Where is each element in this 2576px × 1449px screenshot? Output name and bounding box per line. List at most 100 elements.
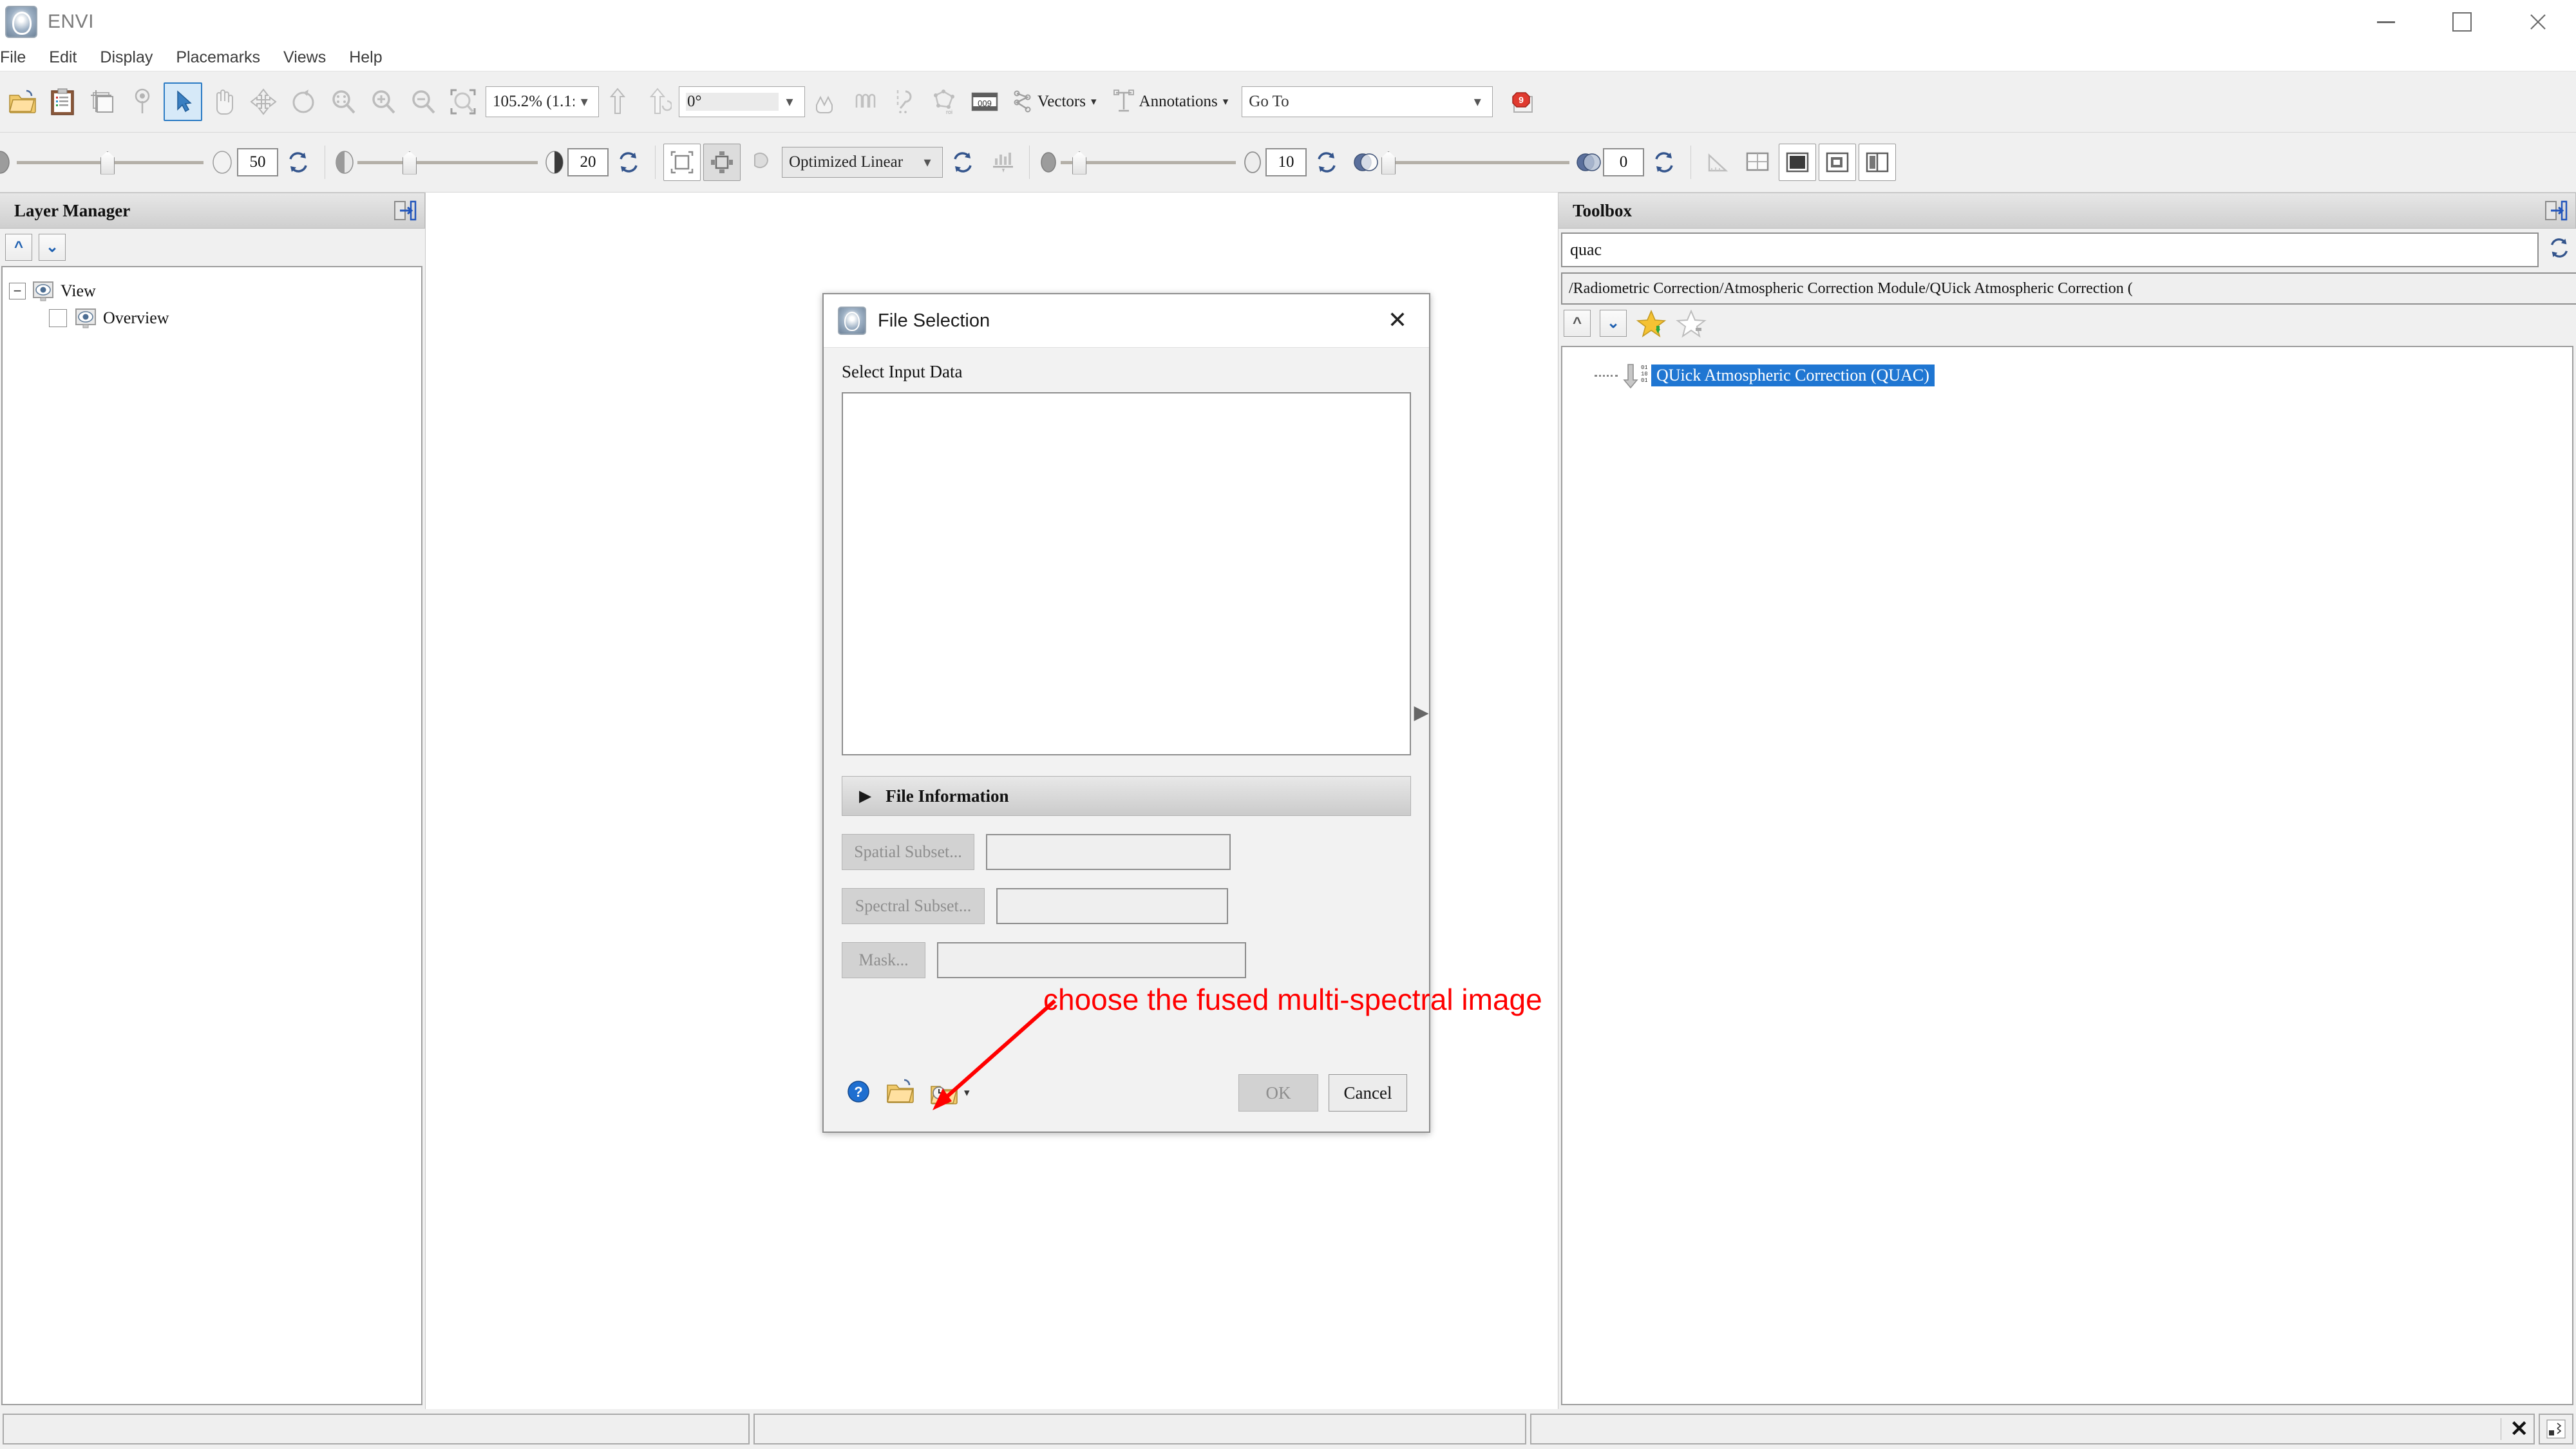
fly-tool-button[interactable] [245,83,282,120]
file-information-accordion[interactable]: ▶ File Information [842,776,1411,816]
menu-edit[interactable]: Edit [37,44,88,71]
mask-field[interactable] [937,942,1246,978]
contrast-slider-thumb[interactable] [402,151,417,175]
input-file-listbox[interactable] [842,392,1411,755]
zoom-out-button[interactable] [404,83,442,120]
error-status-button[interactable]: 9 [1503,83,1540,120]
layer-tree-node-view[interactable]: − View [3,278,421,305]
layer-tree[interactable]: − View Overview [1,266,422,1405]
toolbox-refresh-button[interactable] [2548,236,2571,263]
mask-button[interactable]: Mask... [842,942,925,978]
spatial-subset-button[interactable]: Spatial Subset... [842,834,974,870]
sharpen-reset-button[interactable] [1308,144,1345,181]
spatial-subset-field[interactable] [986,834,1231,870]
transparency-reset-button[interactable] [1645,144,1683,181]
contrast-value[interactable]: 20 [567,148,609,176]
view-eye-icon [33,281,53,301]
annotations-button[interactable]: Annotations ▾ [1105,83,1235,120]
sharpen-slider-thumb[interactable] [1072,151,1086,175]
crosshair-cursor-button[interactable] [1739,144,1776,181]
expander-toggle[interactable]: − [9,283,26,299]
contrast-reset-button[interactable] [610,144,647,181]
transparency-slider-group[interactable]: 0 [1352,144,1684,181]
pin-panel-button[interactable] [392,198,418,227]
sharpen-slider-group[interactable]: 10 [1036,144,1347,181]
brightness-slider-thumb[interactable] [100,151,115,175]
stretch-type-combobox[interactable]: Optimized Linear ▾ [782,147,943,178]
move-layer-up-button[interactable]: ^ [5,234,32,261]
pin-toolbox-button[interactable] [2543,198,2569,227]
brightness-reset-button[interactable] [279,144,317,181]
cancel-button[interactable]: Cancel [1329,1074,1407,1112]
overview-visibility-checkbox[interactable] [49,309,67,327]
contrast-slider-group[interactable]: 20 [332,144,649,181]
pan-tool-button[interactable] [205,83,242,120]
layer-tree-node-overview[interactable]: Overview [3,305,421,332]
menu-display[interactable]: Display [88,44,164,71]
rotation-combobox[interactable]: 0° ▾ [679,86,805,117]
crop-layers-icon [91,90,113,113]
contrast-slider-track[interactable] [357,151,538,175]
toolbox-item-quac[interactable]: 01 10 01 QUick Atmospheric Correction (Q… [1562,361,2572,390]
toolbox-search-input[interactable]: quac [1561,232,2539,267]
menu-file[interactable]: File [0,44,37,71]
menu-views[interactable]: Views [272,44,337,71]
rotate-north-button[interactable] [640,83,677,120]
toolbox-prev-button[interactable]: ^ [1564,310,1591,337]
menu-placemarks[interactable]: Placemarks [164,44,272,71]
remove-favorite-star-icon[interactable] [1676,308,1707,339]
pixel-value-button[interactable]: 009 [966,83,1003,120]
brightness-slider-group[interactable]: 50 [0,144,318,181]
ok-button[interactable]: OK [1238,1074,1318,1112]
goto-combobox[interactable]: Go To ▾ [1242,86,1493,117]
stretch-on-view-button[interactable] [663,144,701,181]
minimize-button[interactable] [2348,0,2424,44]
single-view-button[interactable] [1779,144,1816,181]
split-view-button[interactable] [1859,144,1896,181]
add-favorite-star-icon[interactable] [1636,308,1667,339]
stretch-reset-button[interactable] [944,144,981,181]
paste-metadata-button[interactable] [44,83,81,120]
select-tool-button[interactable] [164,82,202,121]
dialog-help-button[interactable]: ? [846,1079,871,1108]
spectral-subset-button[interactable]: Spectral Subset... [842,888,985,924]
zoom-in-button[interactable] [365,83,402,120]
spectral-subset-field[interactable] [996,888,1228,924]
roi-region-button[interactable]: roi [926,83,963,120]
open-file-browse-button[interactable] [886,1078,915,1108]
close-window-button[interactable] [2500,0,2576,44]
menu-help[interactable]: Help [337,44,393,71]
vectors-button[interactable]: Vectors ▾ [1006,83,1103,120]
sharpen-slider-track[interactable] [1061,151,1236,175]
stretch-on-image-button[interactable] [703,144,741,181]
zoom-to-extent-button[interactable] [444,83,482,120]
display-toolbar: 50 20 Optimized Linear ▾ 10 0 [0,133,2576,193]
zoom-fit-button[interactable] [325,83,362,120]
brightness-value[interactable]: 50 [237,148,278,176]
transparency-slider-thumb[interactable] [1381,151,1396,175]
stretch-invert-button[interactable] [743,144,781,181]
rotate-tool-button[interactable] [285,83,322,120]
toolbox-next-button[interactable]: ⌄ [1600,310,1627,337]
histogram-stretch-button[interactable] [984,144,1021,181]
toolbox-tree[interactable]: 01 10 01 QUick Atmospheric Correction (Q… [1561,346,2573,1405]
status-close-button[interactable]: ✕ [2510,1418,2529,1440]
maximize-button[interactable] [2424,0,2500,44]
open-file-button[interactable] [4,83,41,120]
sharpen-value[interactable]: 10 [1265,148,1307,176]
transparency-value[interactable]: 0 [1603,148,1644,176]
north-up-button[interactable] [600,83,638,120]
pixel-profile-button[interactable] [886,83,923,120]
crop-layers-button[interactable] [84,83,121,120]
zoom-level-combobox[interactable]: 105.2% (1.1:: ▾ [486,86,599,117]
placemark-button[interactable] [124,83,161,120]
measure-tool-button[interactable] [1699,144,1736,181]
portal-view-button[interactable] [1819,144,1856,181]
dialog-close-button[interactable]: ✕ [1388,308,1407,332]
spectral-profile-button[interactable] [846,83,884,120]
brightness-slider-track[interactable] [17,151,204,175]
transparency-slider-track[interactable] [1381,151,1569,175]
status-resize-grip[interactable] [2539,1414,2573,1444]
move-layer-down-button[interactable]: ⌄ [39,234,66,261]
roi-tool-button[interactable] [806,83,844,120]
